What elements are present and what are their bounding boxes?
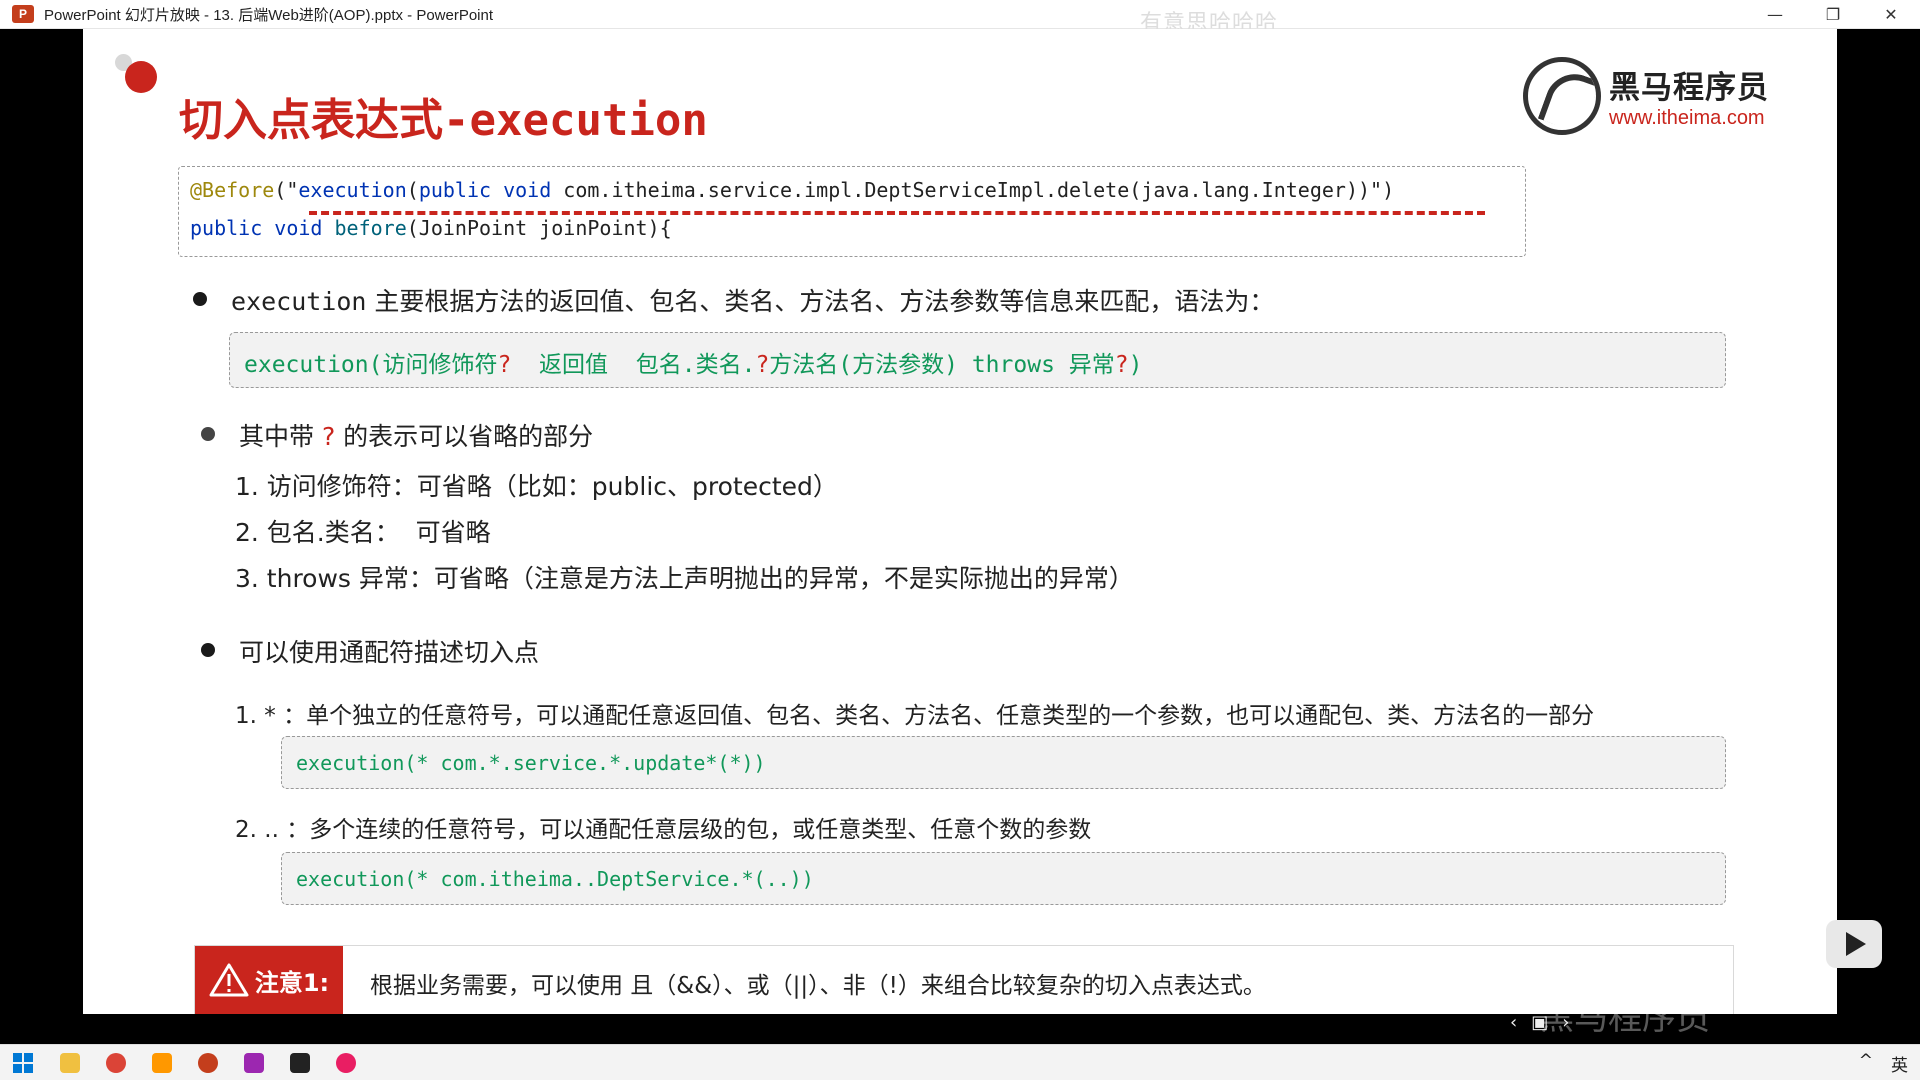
slide-nav: ‹ ▣ ›	[1510, 1012, 1569, 1033]
close-button[interactable]: ✕	[1862, 0, 1920, 29]
sublime-icon[interactable]	[145, 1049, 179, 1077]
code-line-2: public void before(JoinPoint joinPoint){	[190, 216, 672, 240]
omit-item-2: 2. 包名.类名： 可省略	[235, 518, 491, 547]
window-titlebar: P PowerPoint 幻灯片放映 - 13. 后端Web进阶(AOP).pp…	[0, 0, 1920, 36]
prev-slide-icon[interactable]: ‹	[1510, 1012, 1517, 1033]
taskbar: ^ 英	[0, 1044, 1920, 1080]
file-explorer-icon[interactable]	[53, 1049, 87, 1077]
windows-start-icon[interactable]	[6, 1049, 40, 1077]
example-star: execution(* com.*.service.*.update*(*))	[281, 736, 1726, 789]
itheima-logo: 黑马程序员 www.itheima.com	[1523, 57, 1769, 135]
input-language[interactable]: 英	[1891, 1051, 1908, 1076]
code-line-1: @Before("execution(public void com.ithei…	[190, 178, 1395, 202]
powerpoint-icon: P	[12, 5, 34, 23]
media-app-icon[interactable]	[329, 1049, 363, 1077]
logo-url: www.itheima.com	[1609, 107, 1765, 129]
restore-button[interactable]: ❐	[1804, 0, 1862, 29]
slide-grid-icon[interactable]: ▣	[1531, 1012, 1548, 1033]
wildcard-dotdot: 2. .. ：多个连续的任意符号，可以通配任意层级的包，或任意类型、任意个数的参…	[235, 817, 1092, 843]
omit-item-1: 1. 访问修饰符：可省略（比如：public、protected）	[235, 472, 838, 501]
note-text: 根据业务需要，可以使用 且（&&）、或（||）、非（!）来组合比较复杂的切入点表…	[370, 973, 1266, 999]
system-tray: ^ 英	[1859, 1051, 1908, 1076]
window-controls: — ❐ ✕	[1746, 0, 1920, 29]
bullet-execution: execution 主要根据方法的返回值、包名、类名、方法名、方法参数等信息来匹…	[231, 287, 1275, 316]
wildcard-star: 1. * ：单个独立的任意符号，可以通配任意返回值、包名、类名、方法名、任意类型…	[235, 703, 1595, 729]
tray-expand-icon[interactable]: ^	[1859, 1051, 1873, 1076]
logo-name: 黑马程序员	[1609, 70, 1769, 106]
intellij-icon[interactable]	[237, 1049, 271, 1077]
bullet-dot	[193, 292, 207, 306]
note-box: 注意1: 根据业务需要，可以使用 且（&&）、或（||）、非（!）来组合比较复杂…	[194, 945, 1734, 1014]
decor-dot-red	[125, 61, 157, 93]
play-icon[interactable]	[1826, 920, 1882, 968]
bullet-dot	[201, 643, 215, 657]
chrome-icon[interactable]	[99, 1049, 133, 1077]
minimize-button[interactable]: —	[1746, 0, 1804, 29]
syntax-box: execution(访问修饰符? 返回值 包名.类名.?方法名(方法参数) th…	[229, 332, 1726, 388]
slide-canvas: 切入点表达式-execution 黑马程序员 www.itheima.com @…	[83, 29, 1837, 1014]
bullet-optional: 其中带 ? 的表示可以省略的部分	[239, 422, 594, 451]
omit-item-3: 3. throws 异常：可省略（注意是方法上声明抛出的异常，不是实际抛出的异常…	[235, 564, 1134, 593]
bullet-dot	[201, 427, 215, 441]
example-dotdot: execution(* com.itheima..DeptService.*(.…	[281, 852, 1726, 905]
code-snippet: @Before("execution(public void com.ithei…	[178, 166, 1526, 257]
next-slide-icon[interactable]: ›	[1562, 1012, 1569, 1033]
underline-dashed	[309, 211, 1485, 215]
slide-title: 切入点表达式-execution	[179, 95, 708, 146]
note-label: 注意1:	[195, 946, 343, 1014]
datagrip-icon[interactable]	[283, 1049, 317, 1077]
bullet-wildcard: 可以使用通配符描述切入点	[239, 638, 540, 667]
horse-logo-icon	[1523, 57, 1601, 135]
powerpoint-taskbar-icon[interactable]	[191, 1049, 225, 1077]
window-title: PowerPoint 幻灯片放映 - 13. 后端Web进阶(AOP).pptx…	[44, 6, 494, 24]
warning-icon	[209, 963, 249, 997]
